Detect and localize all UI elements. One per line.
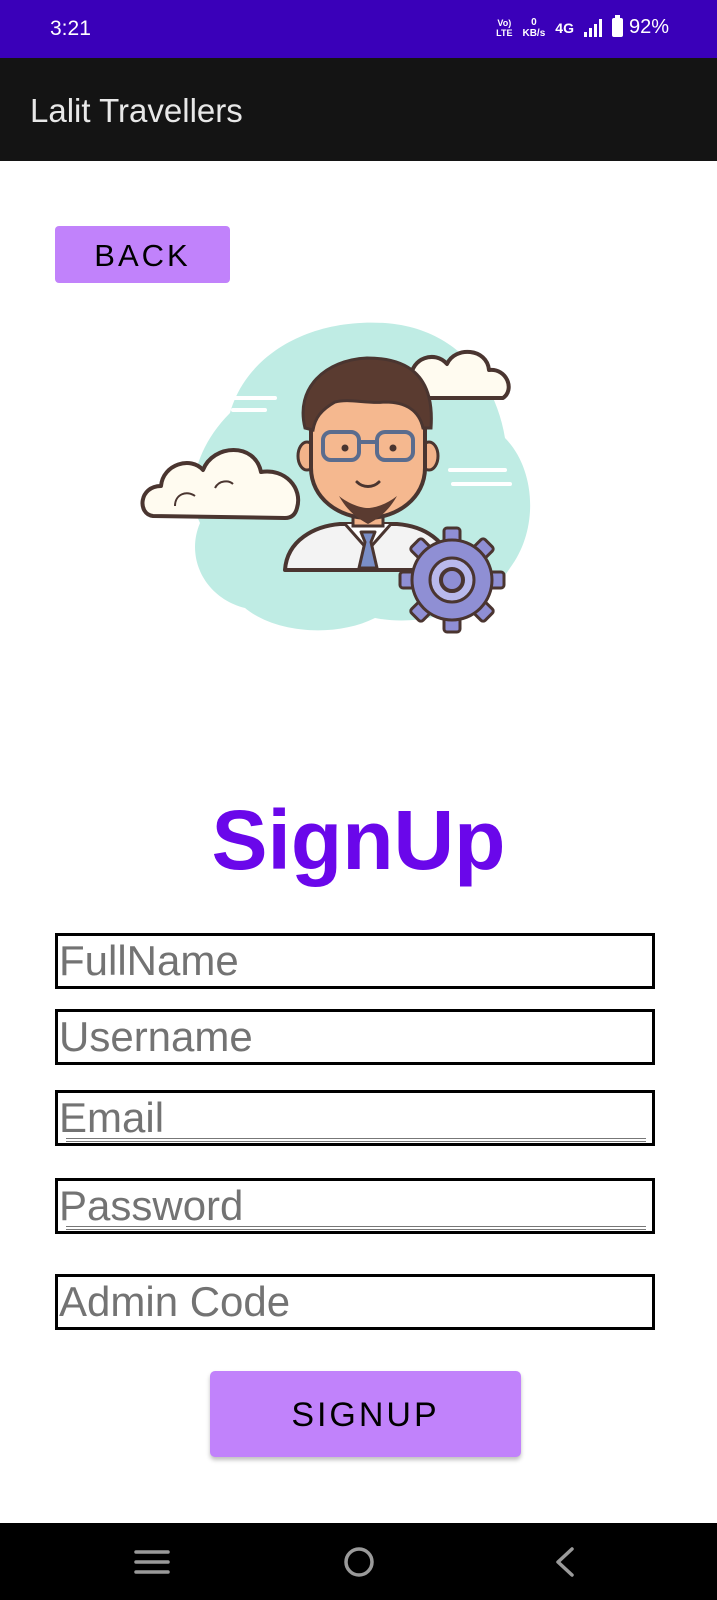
back-icon[interactable] bbox=[546, 1545, 586, 1579]
password-underline bbox=[66, 1226, 646, 1230]
username-input[interactable] bbox=[58, 1012, 652, 1062]
fullname-field[interactable] bbox=[55, 933, 655, 989]
password-input[interactable] bbox=[58, 1181, 652, 1231]
network-type: 4G bbox=[555, 19, 574, 36]
status-bar: 3:21 Vo) LTE 0 KB/s 4G 92% bbox=[0, 0, 717, 58]
username-field[interactable] bbox=[55, 1009, 655, 1065]
status-icons: Vo) LTE 0 KB/s 4G 92% bbox=[486, 15, 669, 39]
network-speed-unit: KB/s bbox=[522, 27, 546, 39]
volte-top-text: Vo) bbox=[497, 17, 512, 28]
email-underline bbox=[66, 1138, 646, 1142]
home-icon[interactable] bbox=[339, 1545, 379, 1579]
menu-icon[interactable] bbox=[132, 1545, 172, 1579]
page-title: SignUp bbox=[211, 793, 506, 887]
signal-icon bbox=[583, 18, 602, 37]
app-bar: Lalit Travellers bbox=[0, 58, 717, 161]
battery-percent: 92% bbox=[628, 16, 669, 38]
fullname-input[interactable] bbox=[58, 936, 652, 986]
volte-bottom-text: LTE bbox=[496, 27, 513, 38]
network-speed: 0 KB/s bbox=[522, 17, 545, 39]
network-speed-value: 0 bbox=[531, 16, 537, 28]
email-input[interactable] bbox=[58, 1093, 652, 1143]
email-field[interactable] bbox=[55, 1090, 655, 1146]
gear-icon bbox=[398, 526, 506, 634]
user-settings-illustration bbox=[140, 322, 531, 634]
volte-icon: Vo) LTE bbox=[496, 18, 512, 38]
admin-code-input[interactable] bbox=[58, 1277, 652, 1327]
password-field[interactable] bbox=[55, 1178, 655, 1234]
navigation-bar bbox=[0, 1523, 717, 1600]
status-time: 3:21 bbox=[50, 17, 91, 40]
battery-icon bbox=[611, 15, 623, 37]
app-title: Lalit Travellers bbox=[30, 92, 243, 129]
admin-code-field[interactable] bbox=[55, 1274, 655, 1330]
back-button[interactable]: BACK bbox=[55, 226, 230, 283]
signup-button[interactable]: SIGNUP bbox=[210, 1371, 521, 1457]
person-icon bbox=[283, 356, 453, 572]
